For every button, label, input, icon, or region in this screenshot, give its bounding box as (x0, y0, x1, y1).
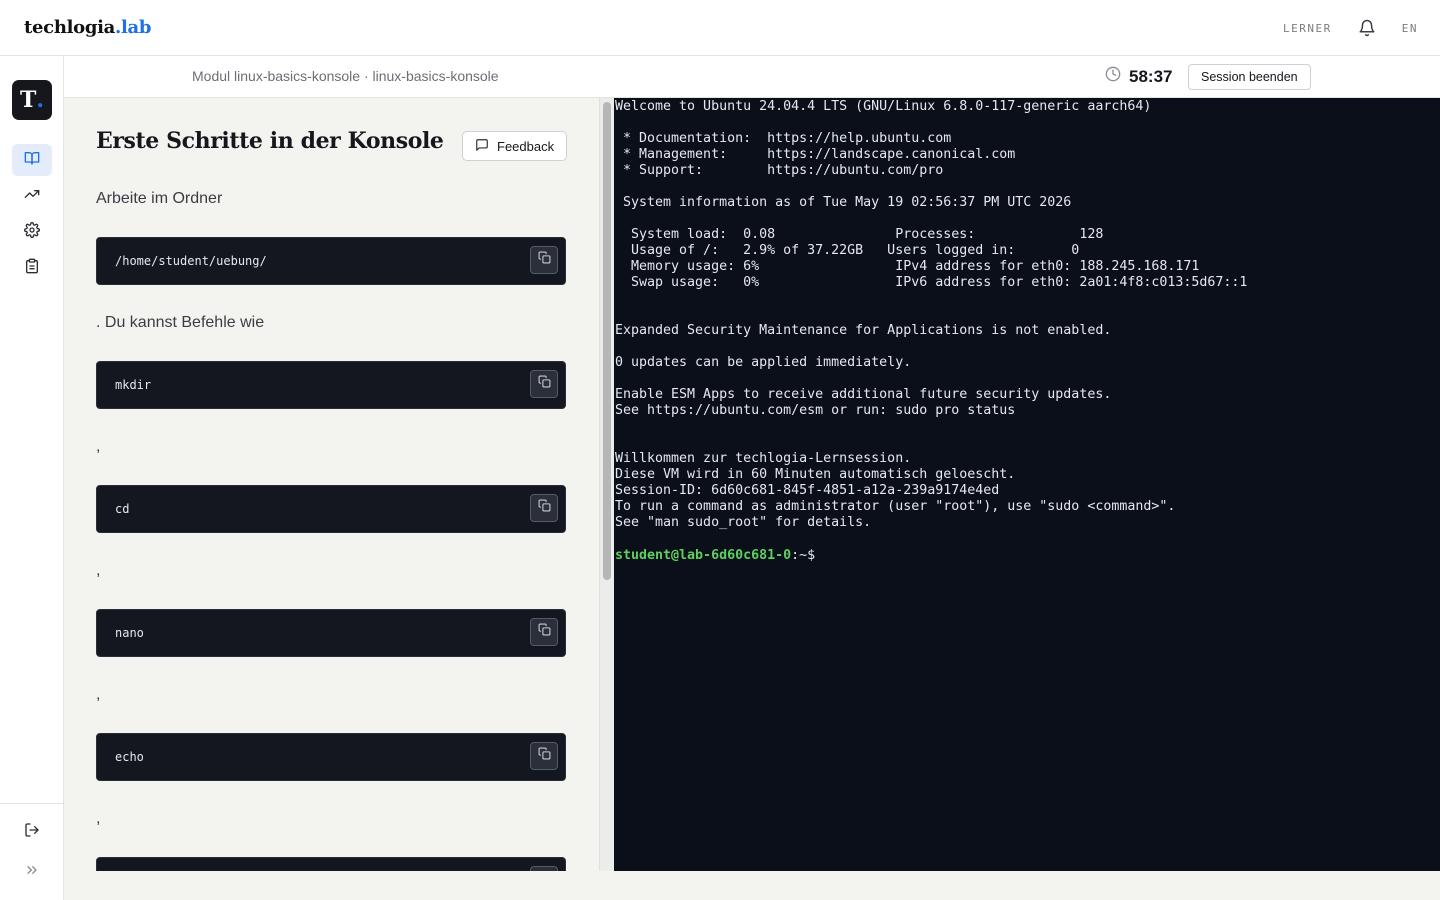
logout-button[interactable] (12, 816, 52, 848)
double-chevron-right-icon (24, 862, 40, 883)
copy-button[interactable] (530, 246, 558, 274)
clipboard-icon (24, 258, 40, 279)
sidebar-item-progress[interactable] (12, 180, 52, 212)
logo-dot: . (36, 87, 45, 113)
sidebar: T. (0, 56, 64, 900)
instruction-text: . Du kannst Befehle wie (96, 314, 265, 331)
code-block: mkdir (96, 361, 566, 409)
prompt-path: :~$ (791, 548, 816, 563)
top-header: techlogia.lab LERNER EN (0, 0, 1440, 56)
copy-icon (538, 499, 551, 517)
sidebar-item-lesson[interactable] (12, 144, 52, 176)
code-text[interactable]: echo (115, 750, 144, 764)
copy-button[interactable] (530, 618, 558, 646)
prompt-user: student@lab-6d60c681-0 (615, 548, 792, 563)
brand-suffix: lab (121, 17, 152, 38)
session-bar: Modul linux-basics-konsole · linux-basic… (64, 56, 1440, 98)
panel-scrollbar[interactable] (599, 98, 614, 871)
brand-main: techlogia (24, 17, 116, 38)
lesson-title: Erste Schritte in der Konsole (96, 128, 444, 154)
book-icon (24, 150, 40, 171)
scrollbar-thumb[interactable] (603, 102, 611, 580)
clock-icon (1105, 66, 1121, 87)
copy-icon (538, 251, 551, 269)
bottom-strip (64, 871, 1440, 900)
code-block: cd (96, 485, 566, 533)
logout-icon (24, 822, 40, 843)
copy-icon (538, 375, 551, 393)
copy-icon (538, 747, 551, 765)
header-actions: LERNER EN (1283, 0, 1418, 56)
app-logo-tile[interactable]: T. (12, 80, 52, 120)
code-block (96, 857, 566, 871)
logo-letter: T (19, 87, 37, 113)
feedback-label: Feedback (497, 138, 555, 154)
sidebar-divider (0, 803, 63, 804)
code-text[interactable]: nano (115, 626, 144, 640)
sidebar-item-tasks[interactable] (12, 252, 52, 284)
terminal-cursor (815, 547, 823, 562)
trending-up-icon (24, 186, 40, 207)
instruction-text: , (96, 438, 101, 455)
expand-sidebar-button[interactable] (12, 856, 52, 888)
end-session-button[interactable]: Session beenden (1188, 64, 1311, 90)
brand-logo[interactable]: techlogia.lab (24, 17, 152, 38)
instruction-text: , (96, 686, 101, 703)
instruction-text: , (96, 562, 101, 579)
feedback-button[interactable]: Feedback (462, 131, 568, 161)
terminal[interactable]: Welcome to Ubuntu 24.04.4 LTS (GNU/Linux… (614, 98, 1440, 871)
instruction-text: , (96, 810, 101, 827)
terminal-output: Welcome to Ubuntu 24.04.4 LTS (GNU/Linux… (615, 99, 1248, 530)
code-block: nano (96, 609, 566, 657)
copy-button[interactable] (530, 494, 558, 522)
code-block: /home/student/uebung/ (96, 237, 566, 285)
sidebar-item-settings[interactable] (12, 216, 52, 248)
code-block: echo (96, 733, 566, 781)
code-text[interactable]: /home/student/uebung/ (115, 254, 267, 268)
session-timer: 58:37 (1105, 66, 1172, 87)
terminal-prompt[interactable]: student@lab-6d60c681-0:~$ (615, 547, 823, 564)
copy-icon (538, 623, 551, 641)
code-text[interactable]: mkdir (115, 378, 151, 392)
role-label: LERNER (1283, 21, 1332, 35)
code-text[interactable]: cd (115, 502, 129, 516)
instruction-text: Arbeite im Ordner (96, 190, 223, 207)
instruction-panel: Erste Schritte in der Konsole Feedback A… (64, 98, 599, 871)
bell-icon[interactable] (1358, 19, 1376, 37)
language-switch[interactable]: EN (1402, 22, 1418, 35)
gear-icon (24, 221, 40, 243)
copy-button[interactable] (530, 370, 558, 398)
message-icon (475, 138, 489, 155)
timer-value: 58:37 (1129, 66, 1173, 86)
breadcrumb: Modul linux-basics-konsole · linux-basic… (192, 68, 499, 84)
copy-button[interactable] (530, 742, 558, 770)
